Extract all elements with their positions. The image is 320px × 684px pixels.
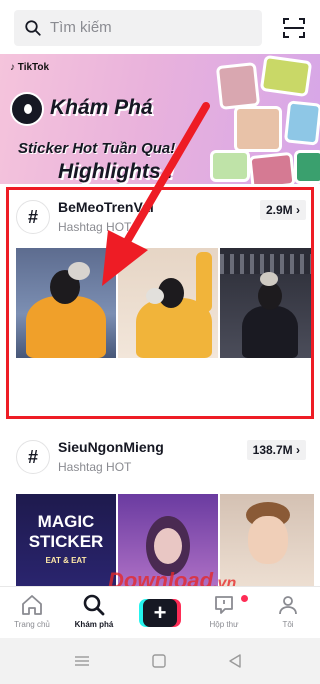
nav-profile-label: Tôi	[282, 620, 294, 629]
arrow-annotation	[102, 102, 210, 286]
scan-icon[interactable]	[282, 16, 306, 40]
inbox-icon	[215, 596, 233, 614]
back-icon[interactable]	[228, 654, 242, 668]
nav-home[interactable]: Trang chủ	[2, 593, 62, 629]
sticker-thumb	[215, 62, 261, 110]
system-nav-bar	[0, 638, 320, 684]
search-placeholder: Tìm kiếm	[50, 19, 112, 36]
magic-sticker-subtitle: EAT & EAT	[45, 556, 87, 565]
discover-icon	[83, 594, 105, 616]
create-icon: +	[143, 599, 177, 627]
home-square-icon[interactable]	[152, 654, 166, 668]
notification-dot	[241, 595, 248, 602]
search-icon	[25, 20, 41, 36]
hashtag-subtitle: Hashtag HOT	[58, 460, 132, 474]
eye-icon	[10, 92, 44, 126]
tiktok-logo: ♪ TikTok	[10, 62, 50, 73]
sticker-thumb	[283, 100, 320, 146]
nav-discover-label: Khám phá	[74, 620, 114, 629]
create-button[interactable]: +	[139, 599, 181, 627]
nav-home-label: Trang chủ	[14, 620, 50, 629]
menu-icon[interactable]	[74, 654, 90, 668]
hashtag-section[interactable]: # SieuNgonMieng Hashtag HOT 138.7M › MAG…	[0, 430, 320, 594]
video-thumbnail[interactable]: MAGIC STICKER EAT & EAT	[16, 494, 116, 594]
nav-inbox[interactable]: Hộp thư	[194, 593, 254, 629]
sticker-thumb	[259, 54, 313, 98]
sticker-thumb	[294, 150, 320, 184]
nav-inbox-label: Hộp thư	[209, 620, 239, 629]
nav-discover[interactable]: Khám phá	[64, 593, 124, 629]
bottom-nav: Trang chủ Khám phá + Hộp thư Tôi	[0, 586, 320, 638]
search-row: Tìm kiếm	[14, 10, 306, 46]
magic-sticker-title: MAGIC STICKER	[28, 512, 104, 551]
hashtag-count-button[interactable]: 138.7M ›	[246, 440, 306, 460]
profile-icon	[279, 596, 297, 615]
nav-profile[interactable]: Tôi	[258, 593, 318, 629]
hashtag-name[interactable]: SieuNgonMieng	[58, 439, 164, 455]
search-input[interactable]: Tìm kiếm	[14, 10, 262, 46]
sticker-thumb	[234, 106, 282, 152]
hashtag-icon: #	[16, 440, 50, 474]
home-icon	[22, 595, 42, 615]
sticker-thumb	[248, 151, 296, 184]
